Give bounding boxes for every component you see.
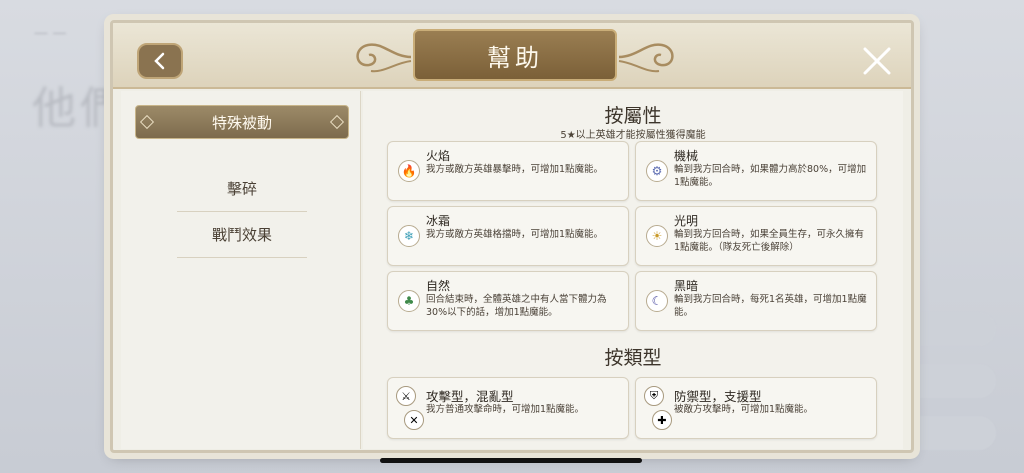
card-title: 光明 [674, 214, 699, 228]
background-pill [900, 312, 996, 346]
sidebar-item-label: 戰鬥效果 [211, 225, 272, 244]
card-description: 回合結束時，全體英雄之中有人當下體力為30%以下的話，增加1點魔能。 [426, 294, 607, 318]
attribute-card-frost: ❄ 冰霜 我方或敵方英雄格擋時，可增加1點魔能。 [387, 206, 629, 266]
attribute-card-fire: 🔥 火焰 我方或敵方英雄暴擊時，可增加1點魔能。 [387, 141, 629, 201]
fire-icon: 🔥 [398, 160, 420, 182]
moon-icon: ☾ [646, 290, 668, 312]
diamond-ornament-icon [329, 114, 345, 130]
attribute-card-light: ☀ 光明 輪到我方回合時，如果全員生存，可永久擁有1點魔能。（隊友死亡後解除） [635, 206, 877, 266]
snowflake-icon: ❄ [398, 225, 420, 247]
card-description: 我方普通攻擊命時，可增加1點魔能。 [426, 404, 585, 415]
card-description: 我方或敵方英雄格擋時，可增加1點魔能。 [426, 229, 604, 240]
divider [177, 211, 307, 212]
help-dialog: 幫助 特殊被動 擊碎 戰鬥效果 按屬性 5★以上英雄才能按屬性獲得魔能 🔥 火焰… [110, 20, 914, 453]
crossed-swords-icon: ✕ [404, 410, 424, 430]
section-title-attribute: 按屬性 [604, 105, 662, 127]
chevron-left-icon [154, 52, 165, 70]
card-description: 被敵方攻擊時，可增加1點魔能。 [674, 404, 814, 415]
sword-icon: ⚔ [396, 386, 416, 406]
attribute-card-dark: ☾ 黑暗 輪到我方回合時，每死1名英雄，可增加1點魔能。 [635, 271, 877, 331]
section-subtitle: 5★以上英雄才能按屬性獲得魔能 [560, 130, 706, 141]
gear-icon: ⚙ [646, 160, 668, 182]
type-card-defense-support: ⛨ ✚ 防禦型，支援型 被敵方攻擊時，可增加1點魔能。 [635, 377, 877, 439]
title-plate: 幫助 [413, 29, 617, 81]
home-indicator[interactable] [380, 458, 642, 463]
cross-icon: ✚ [652, 410, 672, 430]
leaf-icon: ♣ [398, 290, 420, 312]
divider [177, 257, 307, 258]
ornament-right-icon [618, 43, 674, 73]
dialog-title: 幫助 [487, 43, 543, 72]
sun-icon: ☀ [646, 225, 668, 247]
attribute-card-mechanical: ⚙ 機械 輪到我方回合時，如果體力高於80%，可增加1點魔能。 [635, 141, 877, 201]
sidebar: 特殊被動 擊碎 戰鬥效果 [121, 91, 361, 449]
shield-icon: ⛨ [644, 386, 664, 406]
diamond-ornament-icon [139, 114, 155, 130]
ornament-left-icon [356, 43, 412, 73]
card-title: 火焰 [426, 149, 451, 163]
attribute-card-nature: ♣ 自然 回合結束時，全體英雄之中有人當下體力為30%以下的話，增加1點魔能。 [387, 271, 629, 331]
back-button[interactable] [137, 43, 183, 79]
background-pill [900, 416, 996, 450]
dialog-header: 幫助 [113, 23, 911, 89]
section-title-type: 按類型 [604, 347, 662, 369]
background-pill [900, 364, 996, 398]
card-title: 自然 [426, 279, 451, 293]
card-description: 輪到我方回合時，每死1名英雄，可增加1點魔能。 [674, 294, 867, 318]
card-description: 輪到我方回合時，如果體力高於80%，可增加1點魔能。 [674, 164, 867, 188]
card-title: 機械 [674, 149, 699, 163]
sidebar-item-label: 擊碎 [226, 179, 257, 198]
background-text: 一 一 [34, 27, 67, 43]
content-panel: 按屬性 5★以上英雄才能按屬性獲得魔能 🔥 火焰 我方或敵方英雄暴擊時，可增加1… [363, 91, 903, 449]
type-card-attack-chaos: ⚔ ✕ 攻擊型，混亂型 我方普通攻擊命時，可增加1點魔能。 [387, 377, 629, 439]
sidebar-item-battle-effects[interactable]: 戰鬥效果 [177, 217, 307, 251]
card-title: 黑暗 [674, 279, 699, 293]
close-icon [863, 47, 891, 75]
card-description: 我方或敵方英雄暴擊時，可增加1點魔能。 [426, 164, 604, 175]
card-description: 輪到我方回合時，如果全員生存，可永久擁有1點魔能。（隊友死亡後解除） [674, 229, 865, 253]
sidebar-item-label: 特殊被動 [211, 113, 272, 132]
close-button[interactable] [857, 41, 897, 81]
sidebar-item-shatter[interactable]: 擊碎 [177, 171, 307, 205]
sidebar-item-special-passive[interactable]: 特殊被動 [135, 105, 349, 139]
card-title: 冰霜 [426, 214, 451, 228]
